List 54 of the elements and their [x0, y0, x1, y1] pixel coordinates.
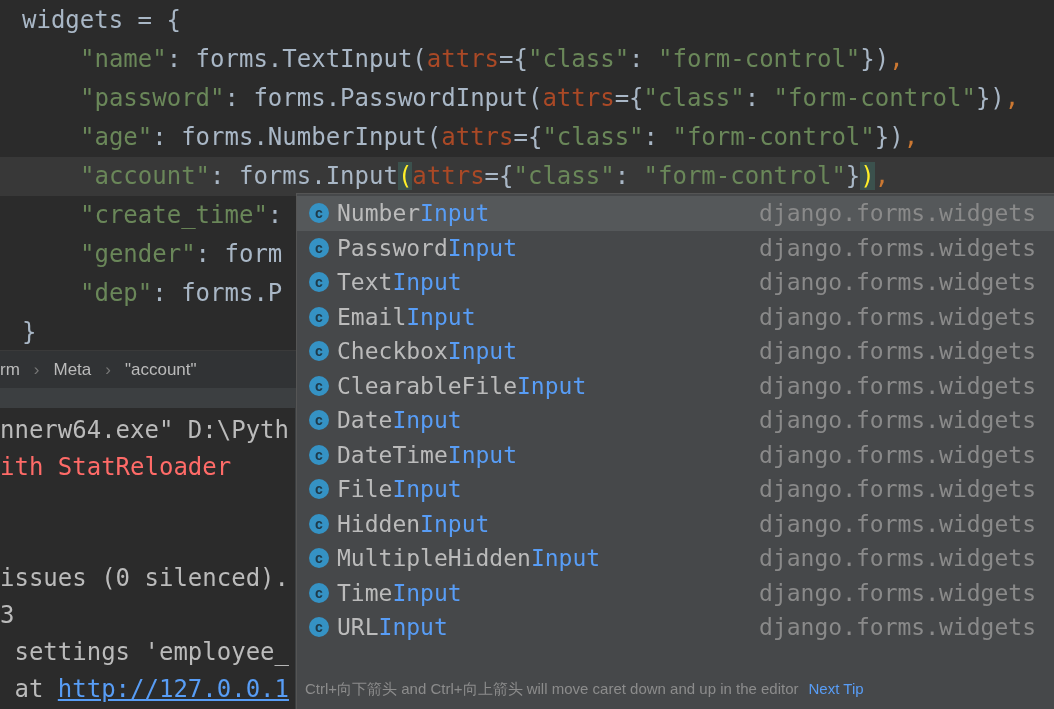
console-text: 3	[0, 601, 15, 629]
completion-item[interactable]: c DateTimeInput django.forms.widgets	[297, 437, 1054, 472]
console-text: ith StatReloader	[0, 453, 232, 481]
completion-name: TimeInput	[337, 578, 462, 608]
next-tip-link[interactable]: Next Tip	[808, 677, 864, 701]
completion-type: django.forms.widgets	[759, 440, 1036, 470]
class-icon: c	[309, 203, 329, 224]
completion-type: django.forms.widgets	[759, 613, 1036, 642]
completion-name: PasswordInput	[337, 233, 518, 263]
completion-item[interactable]: c ClearableFileInput django.forms.widgets	[297, 368, 1054, 403]
completion-type: django.forms.widgets	[759, 371, 1036, 401]
breadcrumb-item[interactable]: Meta	[53, 356, 92, 383]
class-icon: c	[309, 479, 329, 500]
completion-type: django.forms.widgets	[759, 233, 1036, 263]
completion-name: HiddenInput	[337, 509, 490, 539]
class-icon: c	[309, 237, 329, 258]
class-icon: c	[309, 375, 329, 396]
console-text: nnerw64.exe" D:\Pyth	[0, 416, 289, 444]
console-text: at	[13, 675, 45, 703]
completion-type: django.forms.widgets	[759, 406, 1036, 435]
breadcrumb-separator: ›	[33, 358, 40, 381]
completion-type: django.forms.widgets	[759, 544, 1036, 573]
class-icon: c	[309, 582, 329, 603]
class-icon: c	[309, 410, 329, 431]
completion-item[interactable]: c DateInput django.forms.widgets	[297, 403, 1054, 438]
completion-item[interactable]: c MultipleHiddenInput django.forms.widgets	[297, 541, 1054, 576]
breadcrumb-separator: ›	[105, 358, 111, 381]
class-icon: c	[309, 272, 329, 293]
class-icon: c	[309, 617, 329, 638]
completion-name: ClearableFileInput	[337, 371, 587, 401]
completion-type: django.forms.widgets	[759, 475, 1036, 504]
completion-type: django.forms.widgets	[759, 509, 1036, 539]
console-text: settings 'employee_	[13, 638, 289, 666]
completion-type: django.forms.widgets	[759, 578, 1036, 608]
class-icon: c	[309, 548, 329, 569]
breadcrumb-item[interactable]: rm	[0, 356, 20, 383]
completion-item[interactable]: c FileInput django.forms.widgets	[297, 472, 1054, 507]
console-text: issues (0 silenced).	[0, 564, 289, 592]
class-icon: c	[309, 341, 329, 362]
class-icon: c	[309, 444, 329, 465]
completion-name: DateInput	[337, 406, 462, 435]
breadcrumb-item[interactable]: "account"	[124, 356, 197, 383]
class-icon: c	[309, 513, 329, 534]
hint-text: Ctrl+向下箭头 and Ctrl+向上箭头 will move caret down and up in the editor	[305, 678, 799, 699]
completion-name: MultipleHiddenInput	[337, 544, 601, 573]
completion-name: URLInput	[337, 613, 448, 642]
completion-item[interactable]: c HiddenInput django.forms.widgets	[297, 506, 1054, 541]
class-icon: c	[309, 306, 329, 327]
completion-item[interactable]: c URLInput django.forms.widgets	[297, 610, 1054, 645]
console-link[interactable]: http://127.0.0.1	[57, 675, 289, 703]
completion-name: DateTimeInput	[337, 440, 518, 470]
completion-name: FileInput	[337, 475, 462, 504]
completion-name: NumberInput	[337, 199, 490, 228]
completion-item[interactable]: c TimeInput django.forms.widgets	[297, 575, 1054, 610]
